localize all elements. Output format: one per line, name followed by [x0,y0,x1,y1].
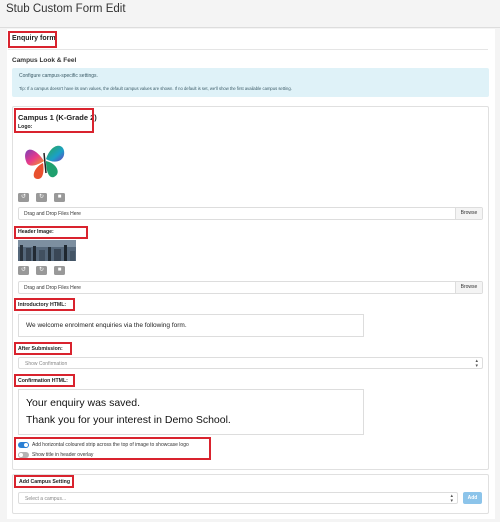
highlight-tab [8,31,57,48]
confirmation-line-2: Thank you for your interest in Demo Scho… [26,414,231,426]
page-title: Stub Custom Form Edit [6,3,126,15]
intro-html-editor[interactable]: We welcome enrolment enquiries via the f… [18,314,364,337]
add-campus-button[interactable]: Add [463,492,482,504]
chevron-updown-icon: ▴ ▾ [475,358,478,369]
logo-upload-field[interactable]: Drag and Drop Files Here Browse [18,207,483,220]
header-upload-placeholder: Drag and Drop Files Here [24,285,81,291]
section-title: Campus Look & Feel [12,57,77,64]
logo-upload-placeholder: Drag and Drop Files Here [24,211,81,217]
rotate-left-header-button[interactable]: ↺ [18,266,29,275]
rotate-left-button[interactable]: ↺ [18,193,29,202]
intro-html-text: We welcome enrolment enquiries via the f… [26,322,187,329]
rotate-right-header-button[interactable]: ↻ [36,266,47,275]
rotate-right-icon: ↻ [38,194,45,200]
confirmation-line-1: Your enquiry was saved. [26,397,141,409]
tab-divider [8,49,488,50]
header-browse-button[interactable]: Browse [455,282,482,293]
chevron-updown-icon: ▴ ▾ [450,493,453,504]
highlight-header-image [14,226,88,239]
highlight-intro-html [14,298,75,311]
header-upload-field[interactable]: Drag and Drop Files Here Browse [18,281,483,294]
rotate-right-button[interactable]: ↻ [36,193,47,202]
rotate-left-icon: ↺ [20,267,27,273]
campus-select[interactable]: Select a campus... ▴ ▾ [18,492,458,504]
info-line-1: Configure campus-specific settings. [19,73,98,79]
confirmation-html-editor[interactable]: Your enquiry was saved. Thank you for yo… [18,389,364,435]
trash-icon: ■ [57,267,62,273]
header-divider [0,27,500,28]
highlight-add-campus [14,475,74,488]
info-line-2: Tip: If a campus doesn't have its own va… [19,86,292,91]
highlight-toggles [14,437,211,460]
campus-select-placeholder: Select a campus... [25,496,67,502]
delete-header-button[interactable]: ■ [54,266,65,275]
trash-icon: ■ [57,194,62,200]
highlight-campus-title [14,108,94,133]
logo-browse-button[interactable]: Browse [455,208,482,219]
rotate-left-icon: ↺ [20,194,27,200]
highlight-confirmation-html [14,374,75,387]
rotate-right-icon: ↻ [38,267,45,273]
header-image-thumbnail [18,240,76,261]
highlight-after-submission [14,342,72,355]
after-submission-value: Show Confirmation [25,361,68,367]
butterfly-logo-icon [22,139,68,183]
after-submission-select[interactable]: Show Confirmation ▴ ▾ [18,357,483,369]
info-alert: Configure campus-specific settings. Tip:… [12,68,489,97]
delete-logo-button[interactable]: ■ [54,193,65,202]
